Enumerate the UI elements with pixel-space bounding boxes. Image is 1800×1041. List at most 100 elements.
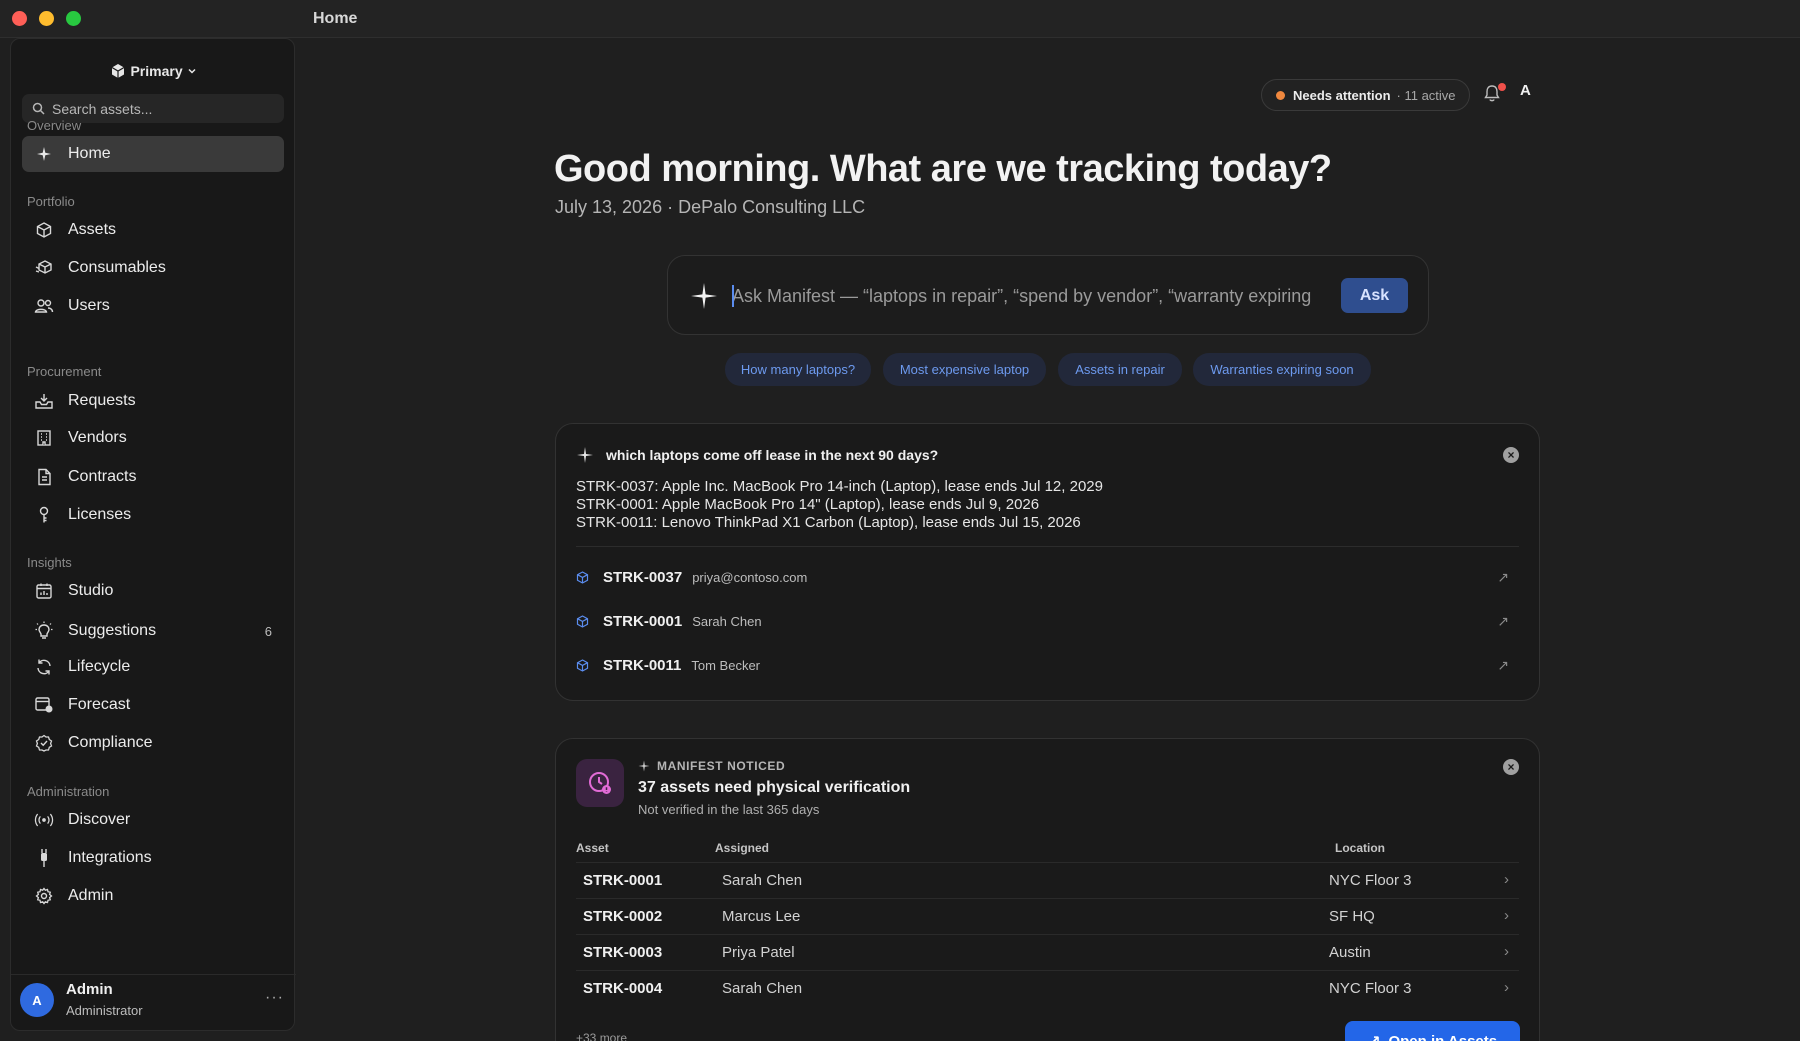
cube-icon (576, 570, 589, 584)
open-in-assets-button[interactable]: ↗ Open in Assets (1345, 1021, 1520, 1041)
sidebar-item-studio[interactable]: Studio (22, 573, 284, 609)
chevron-right-icon: › (1504, 979, 1509, 996)
page-title: Good morning. What are we tracking today… (554, 148, 1332, 190)
sidebar-item-assets[interactable]: Assets (22, 212, 284, 248)
sidebar-item-discover[interactable]: Discover (22, 802, 284, 838)
box-icon (34, 220, 54, 240)
sidebar-item-home[interactable]: Home (22, 136, 284, 172)
sidebar-item-label: Studio (68, 582, 114, 599)
status-label: Needs attention (1293, 87, 1391, 103)
asset-link-row[interactable]: STRK-0011 Tom Becker ↗ (576, 653, 1519, 677)
asset-link-row[interactable]: STRK-0037 priya@contoso.com ↗ (576, 565, 1519, 589)
current-user[interactable]: A Admin Administrator ··· (11, 974, 296, 1030)
sidebar-item-contracts[interactable]: Contracts (22, 459, 284, 495)
refresh-icon (34, 657, 54, 677)
chevron-down-icon (187, 63, 197, 79)
asset-id: STRK-0001 (603, 612, 683, 630)
asset-link-row[interactable]: STRK-0001 Sarah Chen ↗ (576, 609, 1519, 633)
asset-assignee: Sarah Chen (692, 613, 762, 629)
sidebar-item-label: Consumables (68, 259, 166, 276)
account-avatar[interactable]: A (1520, 82, 1531, 99)
cell-asset: STRK-0003 (583, 944, 663, 961)
dismiss-button[interactable]: × (1503, 447, 1519, 463)
answer-line: STRK-0001: Apple MacBook Pro 14" (Laptop… (576, 496, 1040, 513)
sidebar-item-label: Admin (68, 887, 114, 904)
sidebar-item-compliance[interactable]: Compliance (22, 725, 284, 761)
question-text: which laptops come off lease in the next… (606, 447, 939, 463)
minimize-window-button[interactable] (39, 11, 54, 26)
suggestion-chip[interactable]: Assets in repair (1058, 353, 1182, 386)
sidebar-item-suggestions[interactable]: Suggestions 6 (22, 613, 284, 649)
user-name: Admin (66, 981, 113, 998)
calendar-chart-icon (34, 581, 54, 601)
zoom-window-button[interactable] (66, 11, 81, 26)
sidebar-item-label: Vendors (68, 429, 127, 446)
sidebar-item-lifecycle[interactable]: Lifecycle (22, 649, 284, 685)
sidebar-item-label: Users (68, 297, 110, 314)
table-row[interactable]: STRK-0004 Sarah Chen NYC Floor 3 › (576, 970, 1519, 1006)
ask-input[interactable] (732, 281, 1332, 311)
search-input[interactable] (52, 98, 272, 119)
external-link-icon[interactable]: ↗ (1497, 657, 1509, 674)
workspace-switcher[interactable]: Primary (11, 63, 296, 82)
title-bar: Home (0, 0, 1800, 38)
table-row[interactable]: STRK-0002 Marcus Lee SF HQ › (576, 898, 1519, 934)
sidebar-item-label: Integrations (68, 849, 152, 866)
table-row[interactable]: STRK-0001 Sarah Chen NYC Floor 3 › (576, 862, 1519, 898)
badge-check-icon (34, 733, 54, 753)
column-header-location: Location (1335, 841, 1385, 855)
cell-assigned: Marcus Lee (722, 908, 801, 925)
answer-line: STRK-0011: Lenovo ThinkPad X1 Carbon (La… (576, 514, 1081, 531)
external-link-icon[interactable]: ↗ (1497, 569, 1509, 586)
sidebar-item-requests[interactable]: Requests (22, 383, 284, 419)
boxes-icon (34, 258, 54, 278)
more-options-button[interactable]: ··· (265, 989, 284, 1007)
arrow-up-right-icon: ↗ (1368, 1032, 1381, 1041)
sidebar-item-integrations[interactable]: Integrations (22, 840, 284, 876)
cell-asset: STRK-0002 (583, 908, 663, 925)
sidebar-item-label: Home (68, 145, 111, 162)
external-link-icon[interactable]: ↗ (1497, 613, 1509, 630)
needs-attention-pill[interactable]: Needs attention · 11 active (1261, 79, 1470, 111)
cube-icon (110, 63, 126, 82)
user-role: Administrator (66, 1003, 143, 1018)
section-portfolio: Portfolio (27, 194, 75, 209)
key-icon (34, 505, 54, 525)
notice-subtitle: Not verified in the last 365 days (638, 802, 820, 817)
text-caret (732, 285, 734, 307)
answer-text: STRK-0037: Apple Inc. MacBook Pro 14-inc… (576, 478, 1103, 532)
sidebar-item-vendors[interactable]: Vendors (22, 420, 284, 456)
section-overview: Overview (27, 118, 82, 133)
ask-button[interactable]: Ask (1341, 278, 1408, 313)
plug-icon (34, 848, 54, 868)
sidebar-item-licenses[interactable]: Licenses (22, 497, 284, 533)
close-window-button[interactable] (12, 11, 27, 26)
column-header-assigned: Assigned (715, 841, 770, 855)
answer-card: which laptops come off lease in the next… (555, 423, 1540, 701)
suggestion-chip[interactable]: Most expensive laptop (883, 353, 1046, 386)
sidebar-item-admin[interactable]: Admin (22, 878, 284, 914)
asset-assignee: Tom Becker (691, 657, 761, 673)
sidebar-item-label: Compliance (68, 734, 153, 751)
suggestion-chip[interactable]: How many laptops? (725, 353, 871, 386)
sparkle-icon (691, 283, 717, 309)
sidebar-item-label: Assets (68, 221, 117, 238)
sidebar-item-label: Contracts (68, 468, 137, 485)
suggestion-chip[interactable]: Warranties expiring soon (1193, 353, 1371, 386)
sidebar: Primary Overview Home Portfolio Assets C… (10, 38, 296, 1031)
section-administration: Administration (27, 784, 110, 799)
lightbulb-icon (34, 621, 54, 641)
sidebar-item-label: Discover (68, 811, 131, 828)
notice-kicker: MANIFEST NOTICED (638, 759, 785, 773)
table-row[interactable]: STRK-0003 Priya Patel Austin › (576, 934, 1519, 970)
sidebar-item-consumables[interactable]: Consumables (22, 250, 284, 286)
sidebar-item-users[interactable]: Users (22, 288, 284, 324)
dismiss-button[interactable]: × (1503, 759, 1519, 775)
gear-icon (34, 886, 54, 906)
asset-assignee: priya@contoso.com (692, 569, 808, 585)
suggestions-count-badge: 6 (264, 623, 272, 639)
cube-icon (576, 658, 589, 672)
sidebar-item-forecast[interactable]: Forecast (22, 687, 284, 723)
sidebar-item-label: Forecast (68, 696, 131, 713)
status-count: · 11 active (1396, 87, 1456, 103)
